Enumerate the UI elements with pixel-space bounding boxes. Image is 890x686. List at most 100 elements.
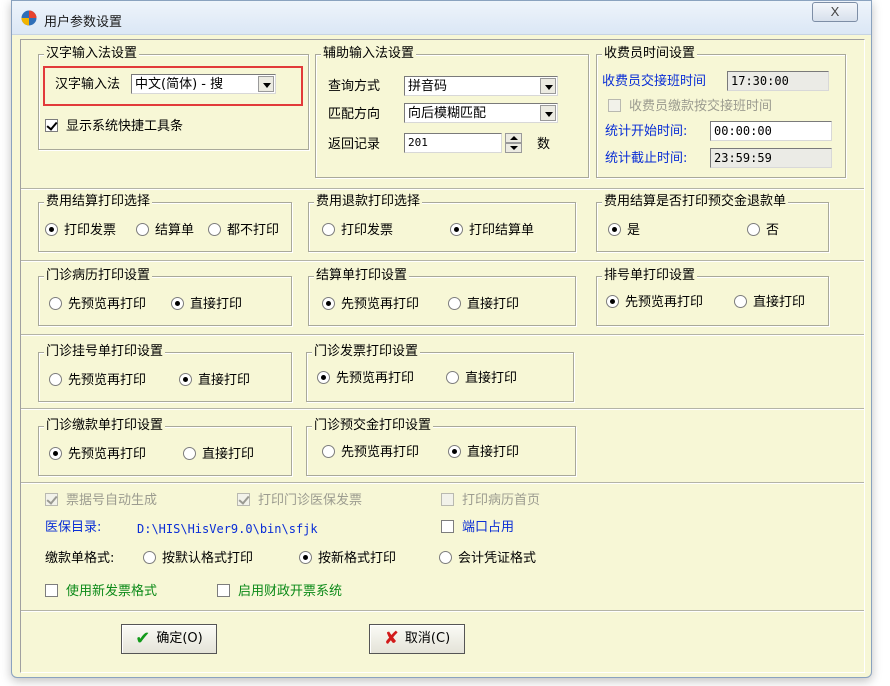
checkbox-box[interactable] xyxy=(441,520,454,533)
statement-print-preview-radio[interactable]: 先预览再打印 xyxy=(322,296,419,314)
pay-by-shift-checkbox[interactable]: 收费员缴款按交接班时间 xyxy=(608,98,772,116)
radio-dot[interactable] xyxy=(299,551,312,564)
chevron-down-icon[interactable] xyxy=(540,78,556,94)
radio-dot[interactable] xyxy=(606,295,619,308)
payment-print-group-title: 门诊缴款单打印设置 xyxy=(44,418,166,434)
radio-dot[interactable] xyxy=(183,447,196,460)
radio-dot[interactable] xyxy=(49,297,62,310)
option-label: 直接打印 xyxy=(467,445,520,460)
statement-print-direct-radio[interactable]: 直接打印 xyxy=(448,296,519,314)
invoice-print-preview-radio[interactable]: 先预览再打印 xyxy=(317,370,414,388)
show-toolbar-checkbox[interactable]: 显示系统快捷工具条 xyxy=(45,118,183,136)
new-invoice-format-checkbox[interactable]: 使用新发票格式 xyxy=(45,583,157,601)
option-label: 直接打印 xyxy=(465,371,518,386)
auto-number-checkbox[interactable]: 票据号自动生成 xyxy=(45,492,157,510)
prepay-refund-no-radio[interactable]: 否 xyxy=(747,222,779,240)
checkbox-box[interactable] xyxy=(237,493,250,506)
option-label: 结算单 xyxy=(155,223,195,238)
radio-dot[interactable] xyxy=(136,223,149,236)
option-label: 先预览再打印 xyxy=(625,295,704,310)
option-label: 先预览再打印 xyxy=(336,371,415,386)
radio-dot[interactable] xyxy=(322,297,335,310)
chevron-down-icon[interactable] xyxy=(540,105,556,121)
outpatient-record-preview-radio[interactable]: 先预览再打印 xyxy=(49,296,146,314)
cancel-button-label: 取消(C) xyxy=(404,631,451,646)
separator xyxy=(21,334,864,336)
payment-print-preview-radio[interactable]: 先预览再打印 xyxy=(49,446,146,464)
radio-dot[interactable] xyxy=(446,371,459,384)
checkbox-box[interactable] xyxy=(45,493,58,506)
query-method-select[interactable]: 拼音码 xyxy=(404,76,558,96)
payment-format-new-radio[interactable]: 按新格式打印 xyxy=(299,550,396,568)
separator xyxy=(21,610,864,612)
refund-print-statement-radio[interactable]: 打印结算单 xyxy=(450,222,534,240)
stepper-up-icon[interactable] xyxy=(505,133,522,143)
option-label: 打印发票 xyxy=(64,223,117,238)
dialog-content: 汉字输入法设置 汉字输入法 中文(简体) - 搜 显示系统快捷工具条 辅助输入法… xyxy=(20,39,865,673)
ok-button[interactable]: ✔ 确定(O) xyxy=(121,624,217,654)
checkbox-box[interactable] xyxy=(608,99,621,112)
checkbox-box[interactable] xyxy=(45,119,58,132)
refund-print-invoice-radio[interactable]: 打印发票 xyxy=(322,222,393,240)
close-button[interactable]: X xyxy=(812,2,858,22)
radio-dot[interactable] xyxy=(448,445,461,458)
payment-format-voucher-radio[interactable]: 会计凭证格式 xyxy=(439,550,536,568)
print-insurance-invoice-checkbox[interactable]: 打印门诊医保发票 xyxy=(237,492,362,510)
prepay-print-preview-radio[interactable]: 先预览再打印 xyxy=(322,444,419,462)
return-records-input[interactable]: 201 xyxy=(404,133,502,153)
prepay-print-direct-radio[interactable]: 直接打印 xyxy=(448,444,519,462)
return-records-unit: 数 xyxy=(537,137,551,152)
outpatient-record-direct-radio[interactable]: 直接打印 xyxy=(171,296,242,314)
stat-end-label: 统计截止时间: xyxy=(605,151,688,166)
settle-print-invoice-radio[interactable]: 打印发票 xyxy=(45,222,116,240)
invoice-print-direct-radio[interactable]: 直接打印 xyxy=(446,370,517,388)
registration-print-preview-radio[interactable]: 先预览再打印 xyxy=(49,372,146,390)
radio-dot[interactable] xyxy=(143,551,156,564)
radio-dot[interactable] xyxy=(179,373,192,386)
port-busy-checkbox[interactable]: 端口占用 xyxy=(441,519,514,537)
radio-dot[interactable] xyxy=(45,223,58,236)
radio-dot[interactable] xyxy=(747,223,760,236)
stat-end-input[interactable]: 23:59:59 xyxy=(710,148,832,168)
payment-print-direct-radio[interactable]: 直接打印 xyxy=(183,446,254,464)
option-label: 直接打印 xyxy=(202,447,255,462)
match-direction-select[interactable]: 向后模糊匹配 xyxy=(404,103,558,123)
payment-format-default-radio[interactable]: 按默认格式打印 xyxy=(143,550,253,568)
radio-dot[interactable] xyxy=(322,223,335,236)
radio-dot[interactable] xyxy=(450,223,463,236)
stepper-down-icon[interactable] xyxy=(505,143,522,153)
radio-dot[interactable] xyxy=(171,297,184,310)
radio-dot[interactable] xyxy=(608,223,621,236)
return-records-stepper[interactable] xyxy=(505,133,522,153)
option-label: 端口占用 xyxy=(462,520,515,535)
prepay-refund-yes-radio[interactable]: 是 xyxy=(608,222,640,240)
radio-dot[interactable] xyxy=(322,445,335,458)
radio-dot[interactable] xyxy=(208,223,221,236)
input-method-select[interactable]: 中文(简体) - 搜 xyxy=(131,74,276,94)
checkbox-box[interactable] xyxy=(441,493,454,506)
stat-start-input[interactable]: 00:00:00 xyxy=(710,121,832,141)
checkbox-box[interactable] xyxy=(217,584,230,597)
queue-print-direct-radio[interactable]: 直接打印 xyxy=(734,294,805,312)
print-record-first-checkbox[interactable]: 打印病历首页 xyxy=(441,492,540,510)
radio-dot[interactable] xyxy=(317,371,330,384)
radio-dot[interactable] xyxy=(439,551,452,564)
queue-print-preview-radio[interactable]: 先预览再打印 xyxy=(606,294,703,312)
checkbox-box[interactable] xyxy=(45,584,58,597)
separator xyxy=(21,260,864,262)
radio-dot[interactable] xyxy=(49,373,62,386)
match-direction-value: 向后模糊匹配 xyxy=(408,106,487,121)
settle-print-statement-radio[interactable]: 结算单 xyxy=(136,222,194,240)
outpatient-record-group-title: 门诊病历打印设置 xyxy=(44,268,153,284)
option-label: 是 xyxy=(627,223,641,238)
radio-dot[interactable] xyxy=(49,447,62,460)
option-label: 票据号自动生成 xyxy=(66,493,158,508)
chevron-down-icon[interactable] xyxy=(258,76,274,92)
cancel-button[interactable]: ✘ 取消(C) xyxy=(369,624,465,654)
radio-dot[interactable] xyxy=(734,295,747,308)
fiscal-invoice-checkbox[interactable]: 启用财政开票系统 xyxy=(217,583,342,601)
radio-dot[interactable] xyxy=(448,297,461,310)
shift-time-input[interactable]: 17:30:00 xyxy=(727,71,829,91)
registration-print-direct-radio[interactable]: 直接打印 xyxy=(179,372,250,390)
settle-print-none-radio[interactable]: 都不打印 xyxy=(208,222,279,240)
